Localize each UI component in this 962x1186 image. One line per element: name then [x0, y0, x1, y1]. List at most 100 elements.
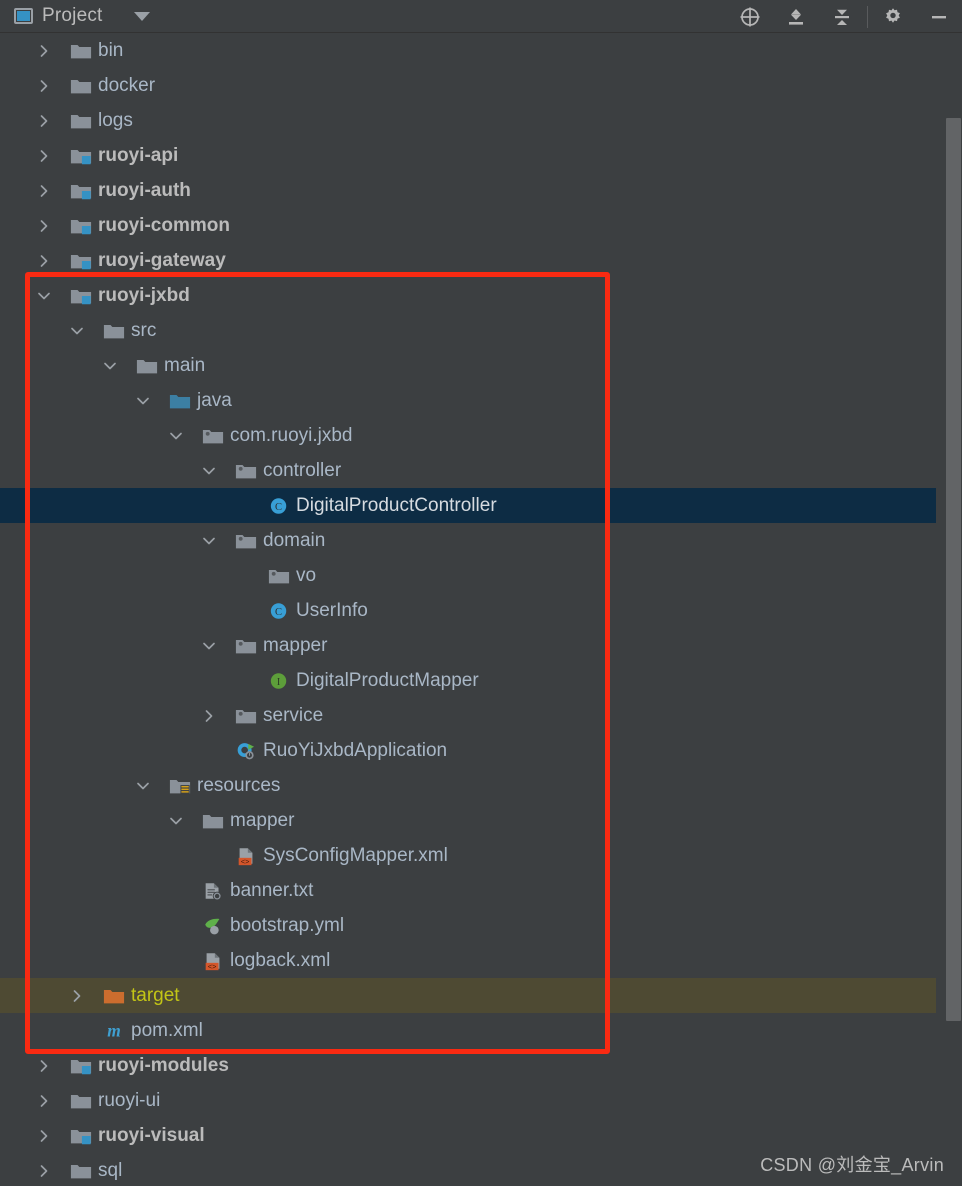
chevron-right-icon[interactable] — [36, 148, 52, 164]
svg-text:<>: <> — [208, 961, 217, 970]
hide-icon[interactable] — [916, 0, 962, 33]
xml-file-icon: <> — [202, 950, 224, 972]
tree-row[interactable]: bootstrap.yml — [0, 908, 962, 943]
tree-row-label: RuoYiJxbdApplication — [263, 740, 448, 761]
tree-row-label: bin — [98, 40, 124, 61]
tree-row[interactable]: src — [0, 313, 962, 348]
project-tree[interactable]: bin docker logs ruoyi-api ruoyi-auth ruo… — [0, 33, 962, 1186]
chevron-down-icon[interactable] — [102, 358, 118, 374]
tree-row[interactable]: main — [0, 348, 962, 383]
excluded-folder-icon — [103, 985, 125, 1007]
chevron-right-icon[interactable] — [36, 183, 52, 199]
tree-row[interactable]: ruoyi-visual — [0, 1118, 962, 1153]
chevron-right-icon[interactable] — [36, 1163, 52, 1179]
tree-row-label: ruoyi-visual — [98, 1125, 205, 1146]
tree-row[interactable]: ruoyi-api — [0, 138, 962, 173]
svg-text:I: I — [277, 677, 280, 688]
tab-project[interactable]: Project — [0, 0, 150, 33]
tree-row-label: DigitalProductController — [296, 495, 497, 516]
svg-text:<>: <> — [241, 856, 250, 865]
tree-row[interactable]: m pom.xml — [0, 1013, 962, 1048]
tree-row-label: ruoyi-jxbd — [98, 285, 190, 306]
folder-icon — [70, 1090, 92, 1112]
chevron-right-icon[interactable] — [36, 1093, 52, 1109]
chevron-down-icon[interactable] — [135, 393, 151, 409]
chevron-down-icon[interactable] — [69, 323, 85, 339]
tree-row[interactable]: ruoyi-auth — [0, 173, 962, 208]
expand-all-icon[interactable] — [773, 0, 819, 33]
tree-row-label: banner.txt — [230, 880, 314, 901]
chevron-right-icon[interactable] — [36, 1058, 52, 1074]
tree-row-label: ruoyi-modules — [98, 1055, 229, 1076]
tree-row-label: ruoyi-auth — [98, 180, 191, 201]
tree-row[interactable]: ruoyi-ui — [0, 1083, 962, 1118]
tree-row[interactable]: docker — [0, 68, 962, 103]
tree-row[interactable]: domain — [0, 523, 962, 558]
tree-row-label: src — [131, 320, 157, 341]
tree-row[interactable]: vo — [0, 558, 962, 593]
chevron-down-icon[interactable] — [36, 288, 52, 304]
java-class-icon: C — [268, 495, 290, 517]
tree-row[interactable]: <> logback.xml — [0, 943, 962, 978]
tree-row[interactable]: ruoyi-gateway — [0, 243, 962, 278]
source-root-icon — [169, 390, 191, 412]
folder-icon — [70, 75, 92, 97]
chevron-right-icon[interactable] — [36, 253, 52, 269]
tree-row[interactable]: java — [0, 383, 962, 418]
tree-row[interactable]: controller — [0, 453, 962, 488]
tree-row[interactable]: ruoyi-modules — [0, 1048, 962, 1083]
idea-project-toolwindow: Project bin docker logs ruoyi-api ruoyi-… — [0, 0, 962, 1186]
tree-row[interactable]: <> SysConfigMapper.xml — [0, 838, 962, 873]
collapse-all-icon[interactable] — [819, 0, 865, 33]
tree-row[interactable]: C DigitalProductController — [0, 488, 962, 523]
chevron-down-icon[interactable] — [201, 533, 217, 549]
tree-row[interactable]: RuoYiJxbdApplication — [0, 733, 962, 768]
tree-row[interactable]: com.ruoyi.jxbd — [0, 418, 962, 453]
chevron-down-icon[interactable] — [168, 428, 184, 444]
tree-row-label: SysConfigMapper.xml — [263, 845, 448, 866]
chevron-down-icon[interactable] — [133, 11, 150, 21]
chevron-right-icon[interactable] — [36, 78, 52, 94]
folder-icon — [70, 1160, 92, 1182]
svg-text:C: C — [275, 502, 282, 513]
chevron-right-icon[interactable] — [69, 988, 85, 1004]
chevron-right-icon[interactable] — [36, 43, 52, 59]
tree-row-label: DigitalProductMapper — [296, 670, 479, 691]
tree-row-label: java — [197, 390, 232, 411]
select-opened-file-icon[interactable] — [727, 0, 773, 33]
tree-scrollbar-track[interactable] — [936, 33, 962, 1186]
chevron-down-icon[interactable] — [201, 463, 217, 479]
tree-row[interactable]: mapper — [0, 803, 962, 838]
tree-row[interactable]: I DigitalProductMapper — [0, 663, 962, 698]
tree-row[interactable]: target — [0, 978, 962, 1013]
chevron-right-icon[interactable] — [36, 218, 52, 234]
tree-row[interactable]: C UserInfo — [0, 593, 962, 628]
tree-row[interactable]: mapper — [0, 628, 962, 663]
package-icon — [202, 425, 224, 447]
tree-row[interactable]: logs — [0, 103, 962, 138]
chevron-down-icon[interactable] — [201, 638, 217, 654]
module-folder-icon — [70, 250, 92, 272]
chevron-right-icon[interactable] — [36, 113, 52, 129]
settings-gear-icon[interactable] — [870, 0, 916, 33]
tree-row-label: UserInfo — [296, 600, 368, 621]
module-folder-icon — [70, 1125, 92, 1147]
tree-row-label: main — [164, 355, 206, 376]
tree-row[interactable]: service — [0, 698, 962, 733]
tree-row[interactable]: bin — [0, 33, 962, 68]
tree-scrollbar-thumb[interactable] — [946, 118, 961, 1021]
chevron-right-icon[interactable] — [36, 1128, 52, 1144]
tree-row-label: bootstrap.yml — [230, 915, 345, 936]
tree-row-label: sql — [98, 1160, 123, 1181]
tree-row-label: logback.xml — [230, 950, 331, 971]
tree-row[interactable]: ruoyi-common — [0, 208, 962, 243]
tree-row-label: docker — [98, 75, 156, 96]
chevron-down-icon[interactable] — [168, 813, 184, 829]
tree-row[interactable]: banner.txt — [0, 873, 962, 908]
chevron-right-icon[interactable] — [201, 708, 217, 724]
java-interface-icon: I — [268, 670, 290, 692]
tree-row[interactable]: resources — [0, 768, 962, 803]
package-icon — [235, 460, 257, 482]
chevron-down-icon[interactable] — [135, 778, 151, 794]
tree-row[interactable]: ruoyi-jxbd — [0, 278, 962, 313]
